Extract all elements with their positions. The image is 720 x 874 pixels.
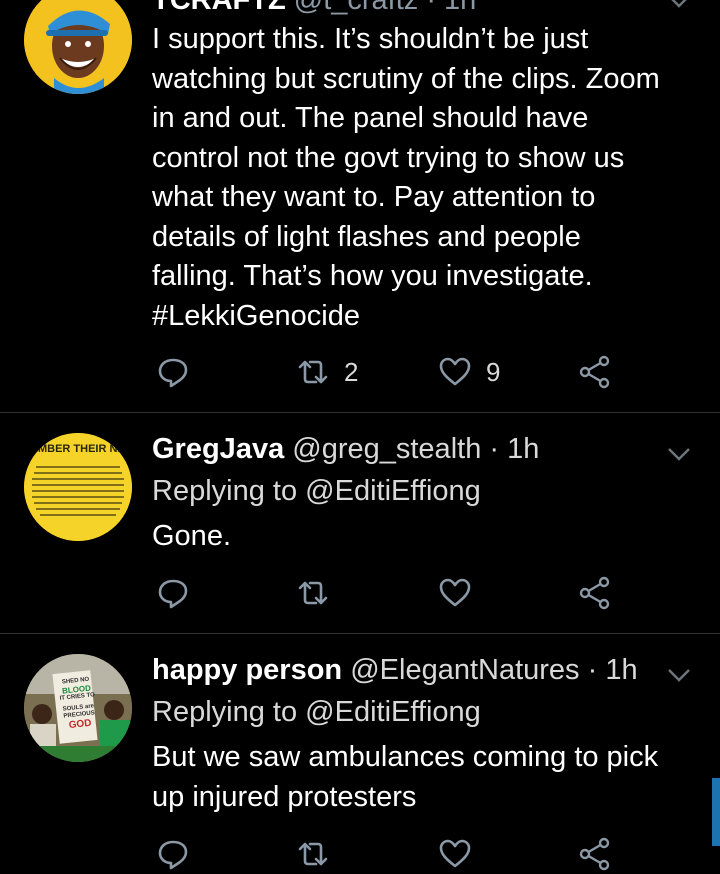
retweet-button[interactable]: 2 xyxy=(296,352,358,392)
share-icon xyxy=(579,837,610,871)
replying-to: Replying to @EditiEffiong xyxy=(152,475,481,508)
tweet-header: GregJava @greg_stealth · 1h xyxy=(152,433,539,466)
mention-link[interactable]: @EditiEffiong xyxy=(305,696,481,728)
tweet-header: happy person @ElegantNatures · 1h xyxy=(152,654,638,687)
reply-icon xyxy=(158,840,188,870)
tweet-time[interactable]: · 1h xyxy=(489,433,539,465)
author-handle[interactable]: @greg_stealth xyxy=(292,433,481,465)
tweet-time[interactable]: · 1h xyxy=(426,0,476,16)
author-handle[interactable]: @ElegantNatures xyxy=(350,654,579,686)
author-handle[interactable]: @t_craftz xyxy=(294,0,419,16)
body-line: control not the govt trying to show us xyxy=(152,141,625,174)
share-button[interactable] xyxy=(578,834,612,874)
reply-icon xyxy=(158,358,188,388)
avatar-happy-person[interactable]: SHED NO BLOOD IT CRIES TO SOULS are PREC… xyxy=(24,654,132,762)
like-button[interactable]: 9 xyxy=(438,352,500,392)
like-icon xyxy=(439,357,471,386)
reply-button[interactable] xyxy=(156,573,190,613)
replying-to: Replying to @EditiEffiong xyxy=(152,696,481,729)
retweet-count: 2 xyxy=(344,356,359,387)
protest-sign: SHED NO BLOOD IT CRIES TO SOULS are PREC… xyxy=(57,676,98,731)
tweet-body: But we saw ambulances coming to pick up … xyxy=(152,738,702,817)
tweet-3[interactable]: SHED NO BLOOD IT CRIES TO SOULS are PREC… xyxy=(0,634,720,871)
like-button[interactable] xyxy=(438,573,472,613)
reply-button[interactable] xyxy=(156,352,190,392)
tweet-time[interactable]: · 1h xyxy=(588,654,638,686)
retweet-icon xyxy=(298,581,328,605)
author-name[interactable]: TCRAFTZ xyxy=(152,0,286,16)
avatar-gregjava[interactable]: EMBER THEIR NA xyxy=(24,433,132,541)
chevron-down-icon[interactable] xyxy=(666,441,692,467)
cartoon-avatar-icon xyxy=(24,0,132,94)
avatar-tcraftz[interactable] xyxy=(24,0,132,94)
share-button[interactable] xyxy=(578,352,612,392)
tweet-actions: 2 9 xyxy=(152,352,632,392)
like-icon xyxy=(439,578,471,607)
reply-button[interactable] xyxy=(156,834,190,874)
chevron-down-icon[interactable] xyxy=(666,0,692,14)
body-line: in and out. The panel should have xyxy=(152,102,589,134)
hashtag-link[interactable]: #LekkiGenocide xyxy=(152,297,702,337)
share-icon xyxy=(579,355,610,389)
tweet-1[interactable]: TCRAFTZ @t_craftz · 1h I support this. I… xyxy=(0,0,720,412)
share-icon xyxy=(579,576,610,610)
tweet-actions xyxy=(152,834,632,874)
replying-prefix: Replying to xyxy=(152,696,306,728)
body-line: I support this. It’s shouldn’t be just xyxy=(152,23,589,55)
replying-prefix: Replying to xyxy=(152,475,306,507)
tweet-2[interactable]: EMBER THEIR NA GregJava @greg_stealth · … xyxy=(0,413,720,633)
retweet-button[interactable] xyxy=(296,834,330,874)
body-line: watching but scrutiny of the clips. Zoom xyxy=(152,62,660,95)
tweet-actions xyxy=(152,573,632,613)
body-line: up injured protesters xyxy=(152,780,417,813)
like-button[interactable] xyxy=(438,834,472,874)
tweet-header: TCRAFTZ @t_craftz · 1h xyxy=(152,0,476,17)
body-line: But we saw ambulances coming to pick xyxy=(152,741,659,773)
mention-link[interactable]: @EditiEffiong xyxy=(305,475,481,507)
like-icon xyxy=(439,839,471,868)
chevron-down-icon[interactable] xyxy=(666,662,692,688)
share-button[interactable] xyxy=(578,573,612,613)
scrollbar-thumb[interactable] xyxy=(712,778,720,846)
tweet-body: Gone. xyxy=(152,517,702,557)
retweet-icon xyxy=(298,842,328,866)
tweet-body: I support this. It’s shouldn’t be just w… xyxy=(152,20,702,336)
body-line: details of light flashes and people xyxy=(152,220,581,253)
reply-icon xyxy=(158,579,188,609)
author-name[interactable]: GregJava xyxy=(152,433,284,465)
body-line: what they want to. Pay attention to xyxy=(152,181,596,213)
body-line: Gone. xyxy=(152,520,231,552)
retweet-button[interactable] xyxy=(296,573,330,613)
retweet-icon xyxy=(298,360,328,384)
author-name[interactable]: happy person xyxy=(152,654,342,686)
like-count: 9 xyxy=(486,356,501,387)
avatar-caption: EMBER THEIR NA xyxy=(30,443,126,455)
body-line: falling. That’s how you investigate. xyxy=(152,260,593,292)
